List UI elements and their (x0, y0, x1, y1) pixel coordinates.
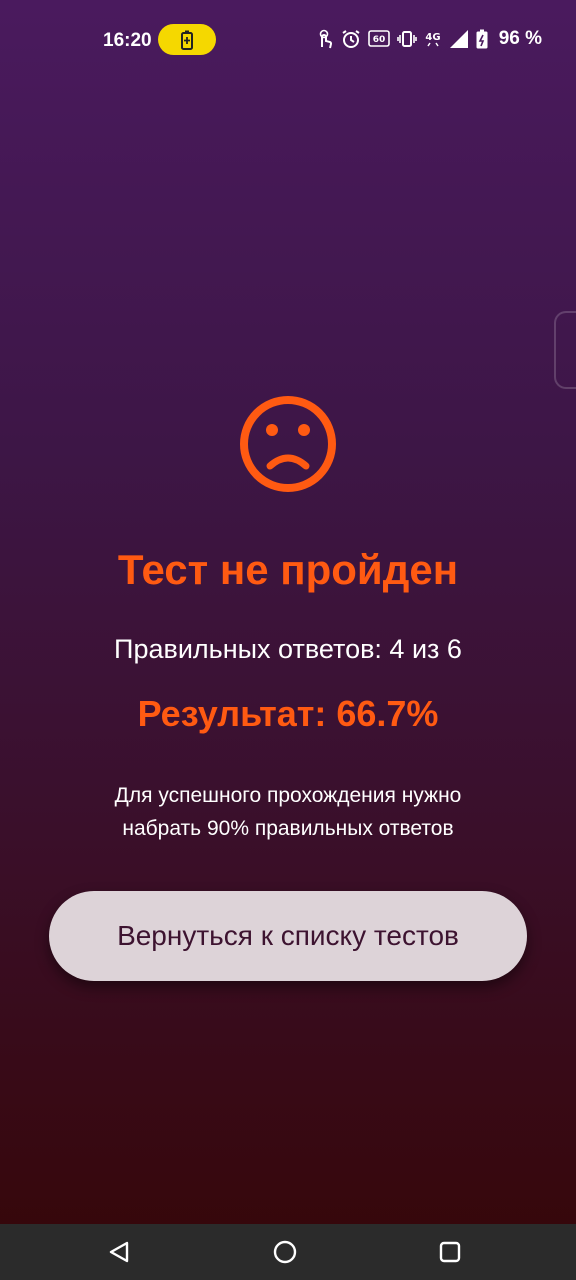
status-icons: 60 4G 96 % (316, 28, 542, 50)
touch-icon (319, 29, 332, 49)
refresh-rate-60hz-icon: 60 (367, 30, 390, 47)
sad-face-icon (238, 394, 338, 494)
back-icon (109, 1241, 129, 1263)
vibrate-icon (396, 31, 417, 47)
status-bar: 16:20 60 4G 96 % (0, 0, 576, 80)
alarm-icon (342, 30, 360, 48)
battery-percent: 96 % (498, 28, 542, 49)
svg-text:4G: 4G (425, 32, 440, 43)
battery-saver-icon (158, 24, 216, 55)
signal-icon (449, 30, 468, 48)
nav-recents-button[interactable] (410, 1224, 490, 1280)
network-4g-icon: 4G (425, 32, 440, 47)
pass-requirement-line-2: набрать 90% правильных ответов (122, 817, 454, 840)
navigation-bar (0, 1224, 576, 1280)
status-time: 16:20 (103, 30, 152, 51)
correct-answers-text: Правильных ответов: 4 из 6 (114, 634, 462, 664)
score-text: Результат: 66.7% (137, 693, 439, 734)
home-icon (273, 1240, 297, 1264)
nav-back-button[interactable] (79, 1224, 159, 1280)
battery-charging-icon (476, 29, 488, 49)
pass-requirement-text: Для успешного прохождения нужно набрать … (60, 779, 516, 845)
pass-requirement-line-1: Для успешного прохождения нужно (114, 784, 462, 807)
edge-panel-handle[interactable] (554, 311, 576, 389)
back-to-tests-button[interactable]: Вернуться к списку тестов (49, 891, 527, 981)
svg-text:60: 60 (372, 35, 385, 45)
nav-home-button[interactable] (245, 1224, 325, 1280)
recents-icon (439, 1241, 461, 1263)
result-title: Тест не пройден (117, 546, 459, 593)
